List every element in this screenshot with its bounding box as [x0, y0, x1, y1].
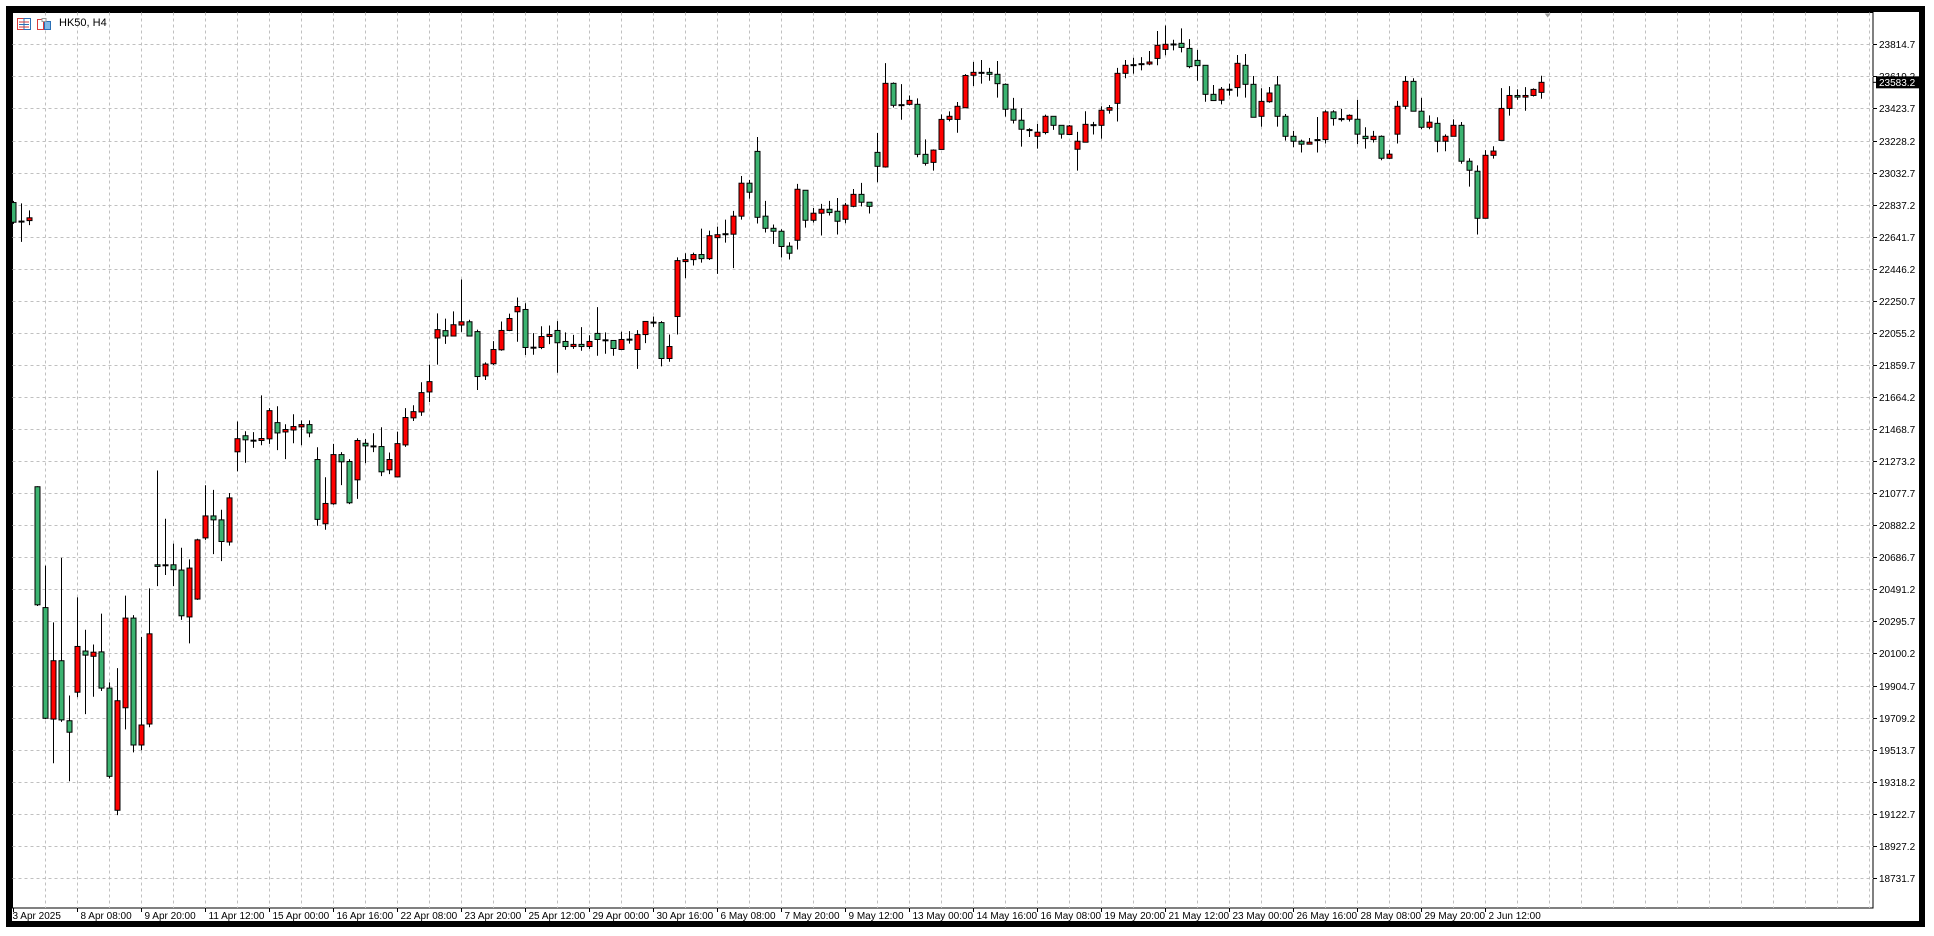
- window-frame: [6, 6, 1925, 927]
- chart-title: HK50, H4: [59, 17, 107, 29]
- chart-header: HK50, H4: [17, 16, 107, 30]
- chart-list-icon[interactable]: [17, 17, 31, 30]
- one-click-trading-icon[interactable]: [37, 17, 51, 30]
